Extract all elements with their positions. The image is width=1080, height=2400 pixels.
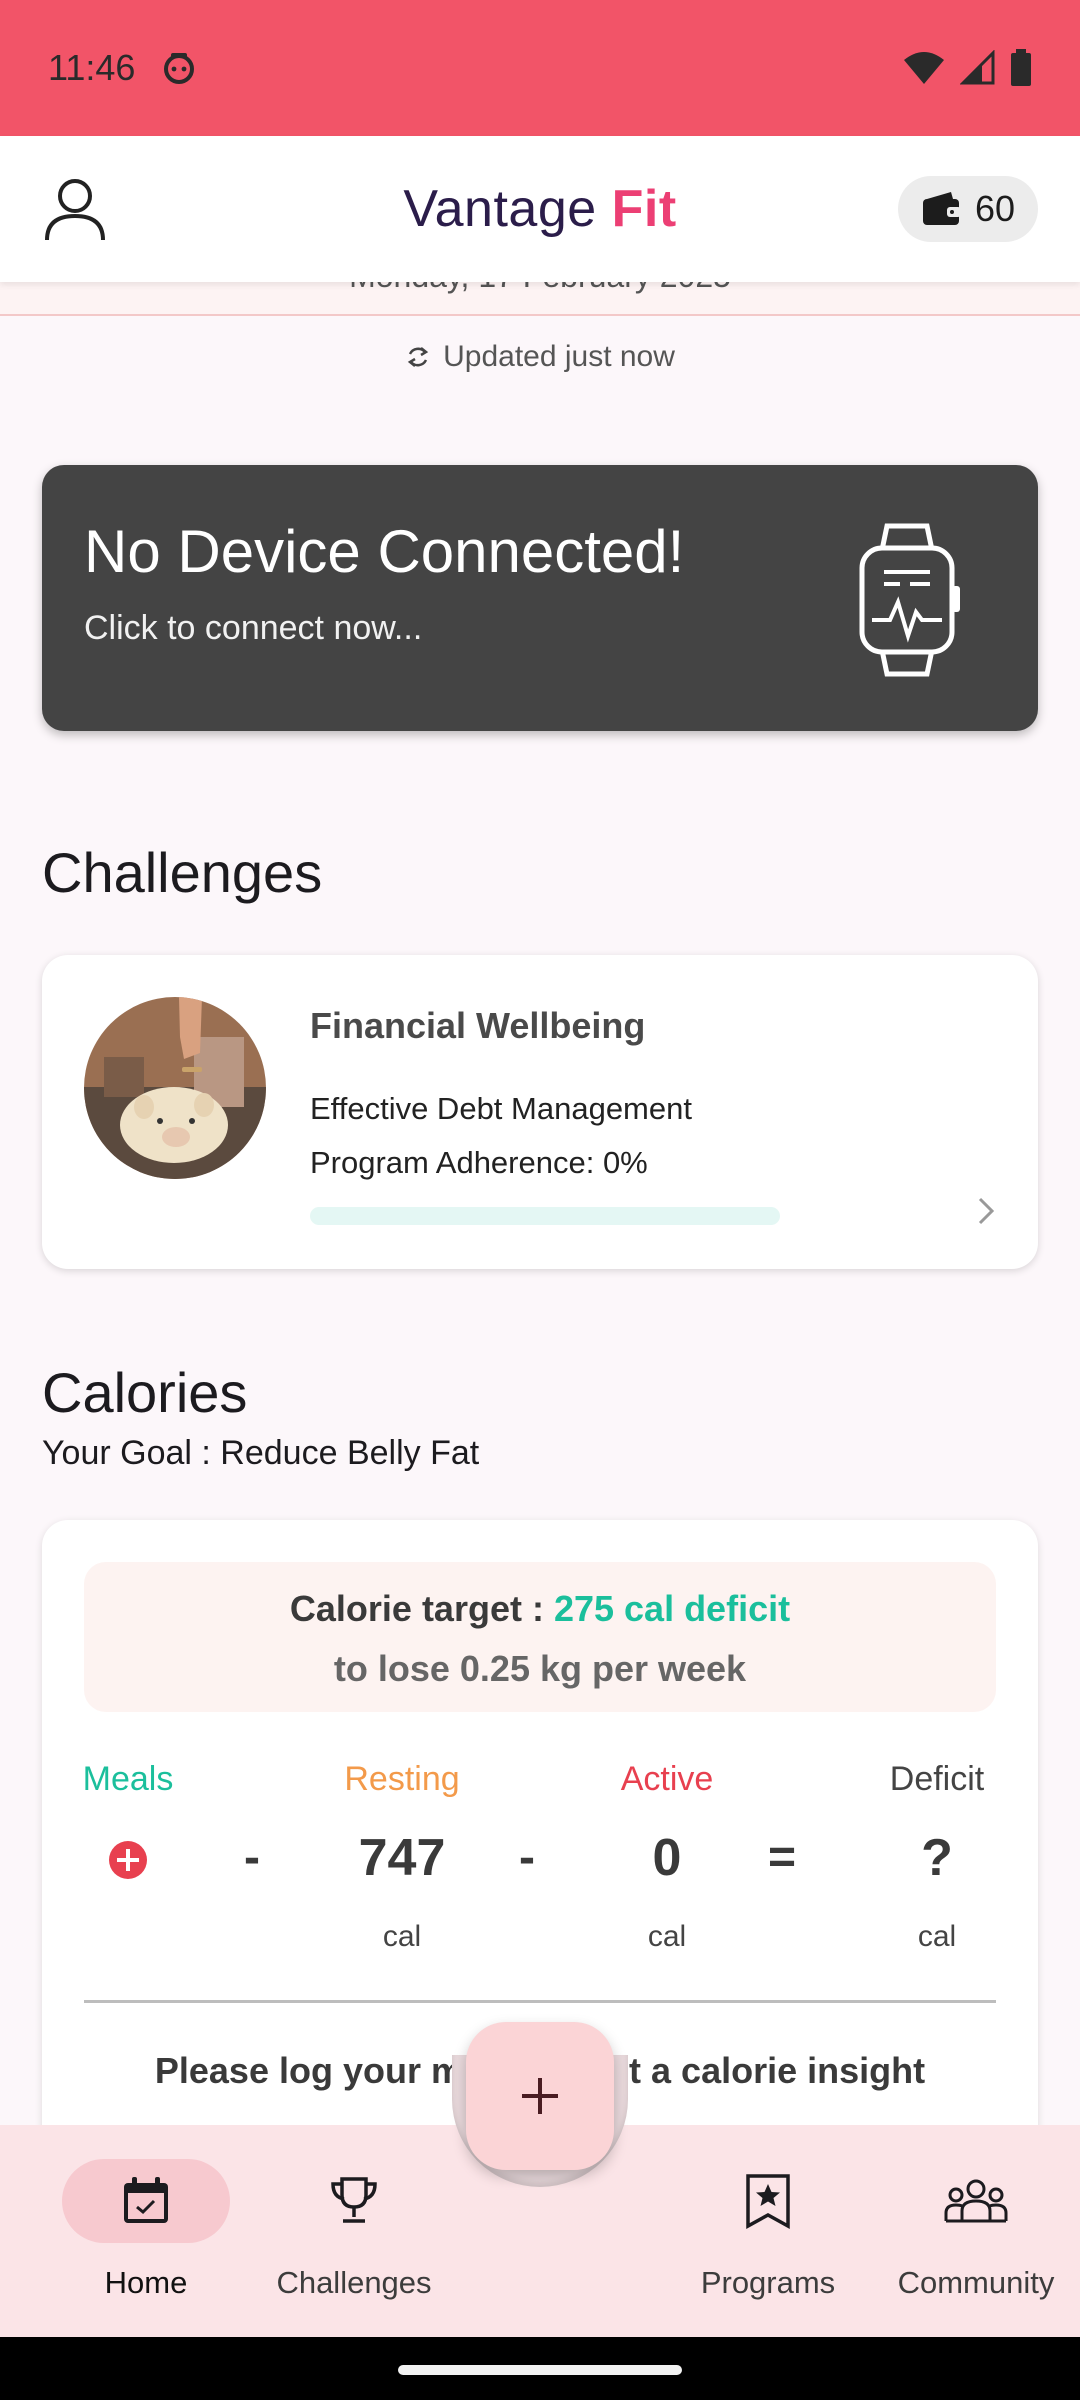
brand-name-part1: Vantage [403,180,597,238]
calendar-check-icon [124,2177,168,2223]
status-bar: 11:46 [0,0,1080,136]
active-value: 0 [652,1829,682,1887]
calorie-target-label: Calorie target : [289,1588,554,1629]
nav-programs[interactable]: Programs [668,2125,868,2301]
plus-icon [522,2078,558,2114]
updated-text: Updated just now [443,340,675,373]
wifi-icon [904,52,944,84]
challenge-progress-bar [310,1207,780,1225]
nav-programs-icon-wrap [684,2159,852,2243]
device-card-subtitle: Click to connect now... [84,609,423,647]
deficit-unit: cal [917,1920,957,1953]
challenges-section-title: Challenges [42,841,323,904]
divider [84,2000,996,2003]
meals-label: Meals [82,1760,174,1798]
battery-icon [1011,49,1031,86]
bookmark-star-icon [746,2174,790,2229]
wallet-points: 60 [974,188,1016,229]
add-fab-button[interactable] [466,2022,614,2170]
sync-status[interactable]: Updated just now [0,340,1080,374]
nav-community[interactable]: Community [876,2125,1076,2301]
brand-logo: Vantage Fit [403,179,676,239]
system-navigation-bar [0,2337,1080,2400]
calorie-goal: Your Goal : Reduce Belly Fat [42,1434,480,1472]
group-icon [944,2179,1008,2223]
nav-home-indicator [62,2159,230,2243]
calorie-target-subtitle: to lose 0.25 kg per week [333,1648,747,1689]
deficit-label: Deficit [889,1760,985,1798]
minus-operator: - [519,1831,535,1884]
notification-icon [164,53,195,84]
status-time: 11:46 [48,47,136,88]
nav-challenges-label: Challenges [276,2265,432,2300]
calorie-target-box: Calorie target : 275 cal deficit to lose… [84,1562,996,1712]
resting-value: 747 [358,1829,446,1887]
home-gesture-handle[interactable] [398,2365,682,2375]
device-card-title: No Device Connected! [84,518,685,585]
challenge-title: Financial Wellbeing [310,1005,646,1046]
equals-operator: = [767,1831,797,1884]
nav-challenges-icon-wrap [270,2159,438,2243]
resting-label: Resting [344,1760,460,1798]
deficit-value: ? [921,1829,953,1887]
wallet-button[interactable]: 60 [898,176,1038,242]
trophy-icon [331,2177,377,2223]
app-header: Vantage Fit 60 [0,136,1080,282]
nav-community-icon-wrap [892,2159,1060,2243]
profile-icon[interactable] [40,174,110,244]
calories-section-title: Calories [42,1361,248,1424]
calorie-target-value: 275 cal deficit [553,1588,791,1629]
challenge-subtitle: Effective Debt Management [310,1091,692,1126]
nav-challenges[interactable]: Challenges [254,2125,454,2301]
active-label: Active [620,1760,714,1798]
brand-name-part2: Fit [611,180,677,238]
smartwatch-icon [859,523,960,677]
nav-community-label: Community [897,2265,1055,2300]
resting-unit: cal [382,1920,422,1953]
date-text: Monday, 17 February 2025 [0,282,1080,295]
date-strip[interactable]: Monday, 17 February 2025 [0,282,1080,316]
chevron-right-icon[interactable] [974,1191,998,1231]
active-unit: cal [647,1920,687,1953]
refresh-icon [407,347,429,367]
add-circle-icon [109,1841,147,1879]
calorie-target-line: Calorie target : 275 cal deficit [84,1588,996,1630]
nav-programs-label: Programs [700,2265,836,2300]
wallet-icon [922,192,961,225]
challenge-card[interactable]: Financial Wellbeing Effective Debt Manag… [42,955,1038,1269]
nav-home-label: Home [104,2265,188,2300]
connect-device-card[interactable]: No Device Connected! Click to connect no… [42,465,1038,731]
challenge-adherence: Program Adherence: 0% [310,1145,648,1180]
piggy-bank-image [84,997,266,1179]
nav-home[interactable]: Home [46,2125,246,2301]
minus-operator: - [244,1831,260,1884]
add-meal-button[interactable] [108,1840,148,1880]
signal-icon [960,50,995,85]
